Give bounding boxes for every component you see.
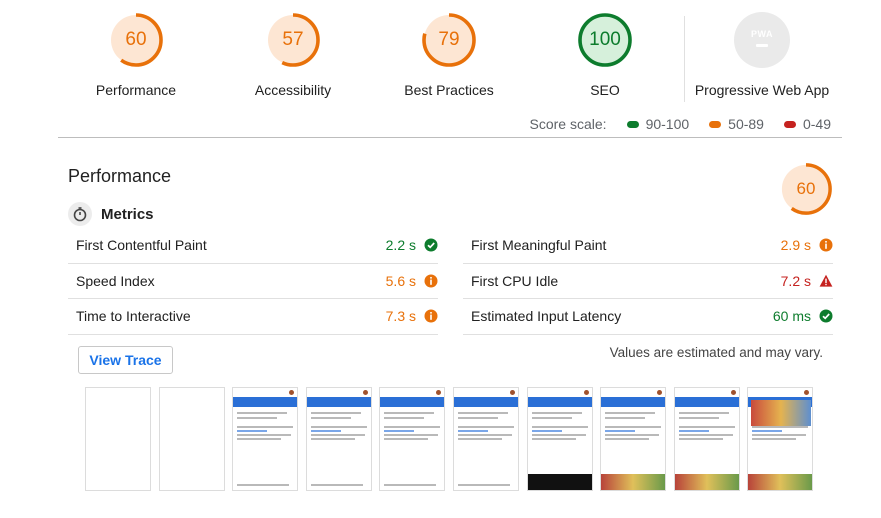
score-scale-label: Score scale:: [529, 116, 607, 132]
gauge-score: 60: [125, 29, 147, 50]
fail-warning-icon: [819, 274, 833, 287]
gauge-label: SEO: [590, 82, 620, 98]
category-gauges: 60 Performance 57 Accessibility 79 Best …: [58, 12, 842, 102]
pwa-badge-icon: PWA: [734, 12, 790, 68]
filmstrip-frame: [85, 387, 151, 491]
metric-row: First Contentful Paint 2.2 s: [68, 228, 438, 264]
filmstrip-frame: [453, 387, 519, 491]
average-pill-icon: [709, 120, 722, 128]
fail-pill-icon: [783, 120, 796, 128]
score-scale-pass: 90-100: [626, 116, 690, 132]
score-scale-range: 0-49: [802, 116, 831, 132]
metric-row: First CPU Idle 7.2 s: [463, 264, 833, 299]
metric-row: Time to Interactive 7.3 s: [68, 299, 438, 335]
metric-value: 7.3 s: [385, 308, 416, 325]
metric-value: 7.2 s: [780, 272, 811, 289]
gauge-accessibility[interactable]: 57 Accessibility: [215, 12, 371, 98]
filmstrip-frame: [673, 387, 740, 491]
gauge-score: 57: [282, 29, 304, 50]
pwa-badge-text: PWA: [750, 29, 773, 39]
pass-pill-icon: [626, 120, 639, 128]
gauge-label: Progressive Web App: [694, 82, 830, 98]
gauge-label: Performance: [95, 82, 177, 98]
score-scale-average: 50-89: [709, 116, 764, 132]
filmstrip-frame: [747, 387, 814, 491]
filmstrip-frame: [158, 387, 225, 491]
performance-score: 60: [796, 179, 816, 198]
score-scale-fail: 0-49: [783, 116, 831, 132]
estimate-note: Values are estimated and may vary.: [609, 345, 823, 360]
metric-row: First Meaningful Paint 2.9 s: [463, 228, 833, 264]
metric-name: Estimated Input Latency: [471, 308, 622, 325]
average-info-icon: [819, 238, 833, 252]
average-info-icon: [424, 274, 438, 288]
metric-name: Speed Index: [76, 272, 155, 289]
metrics-column-right: First Meaningful Paint 2.9 s First CPU I…: [463, 228, 833, 335]
metric-value: 2.9 s: [780, 237, 811, 254]
metric-row: Estimated Input Latency 60 ms: [463, 299, 833, 335]
section-title: Performance: [68, 166, 172, 186]
gauge-pwa[interactable]: PWA Progressive Web App: [684, 12, 840, 98]
score-scale-range: 90-100: [645, 116, 690, 132]
metric-value: 60 ms: [772, 308, 811, 325]
metrics-title: Metrics: [101, 205, 154, 223]
average-info-icon: [424, 309, 438, 323]
metrics-header: Metrics: [68, 202, 154, 226]
gauge-performance[interactable]: 60 Performance: [58, 12, 214, 98]
gauge-seo[interactable]: 100 SEO: [527, 12, 683, 98]
metric-name: First Contentful Paint: [76, 237, 207, 254]
metrics-column-left: First Contentful Paint 2.2 s Speed Index…: [68, 228, 438, 335]
gauge-ring: 57: [265, 12, 321, 68]
filmstrip-frame: [305, 387, 372, 491]
gauge-score: 79: [438, 29, 460, 50]
performance-gauge: 60: [779, 162, 833, 216]
filmstrip-frame: [600, 387, 667, 491]
pwa-dash: [756, 44, 768, 47]
score-scale-range: 50-89: [728, 116, 764, 132]
metric-name: Time to Interactive: [76, 308, 191, 325]
metric-name: First CPU Idle: [471, 272, 559, 289]
metric-value: 2.2 s: [385, 237, 416, 254]
gauge-ring: 100: [577, 12, 633, 68]
metric-row: Speed Index 5.6 s: [68, 264, 438, 299]
section-divider: [58, 137, 842, 138]
gauge-ring: 79: [421, 12, 477, 68]
gauge-label: Accessibility: [254, 82, 332, 98]
filmstrip-frame: [526, 387, 593, 491]
view-trace-button[interactable]: View Trace: [78, 346, 173, 374]
metric-value: 5.6 s: [385, 272, 416, 289]
pass-check-icon: [819, 309, 833, 323]
score-scale: Score scale: 90-100 50-89 0-49: [530, 116, 831, 132]
gauge-best-practices[interactable]: 79 Best Practices: [371, 12, 527, 98]
gauge-label: Best Practices: [404, 82, 494, 98]
metric-name: First Meaningful Paint: [471, 237, 607, 254]
filmstrip-frame: [379, 387, 446, 491]
stopwatch-icon: [68, 202, 92, 226]
gauge-score: 100: [589, 29, 621, 50]
pass-check-icon: [424, 238, 438, 252]
filmstrip-frame: [232, 387, 299, 491]
gauge-ring: 60: [108, 12, 164, 68]
